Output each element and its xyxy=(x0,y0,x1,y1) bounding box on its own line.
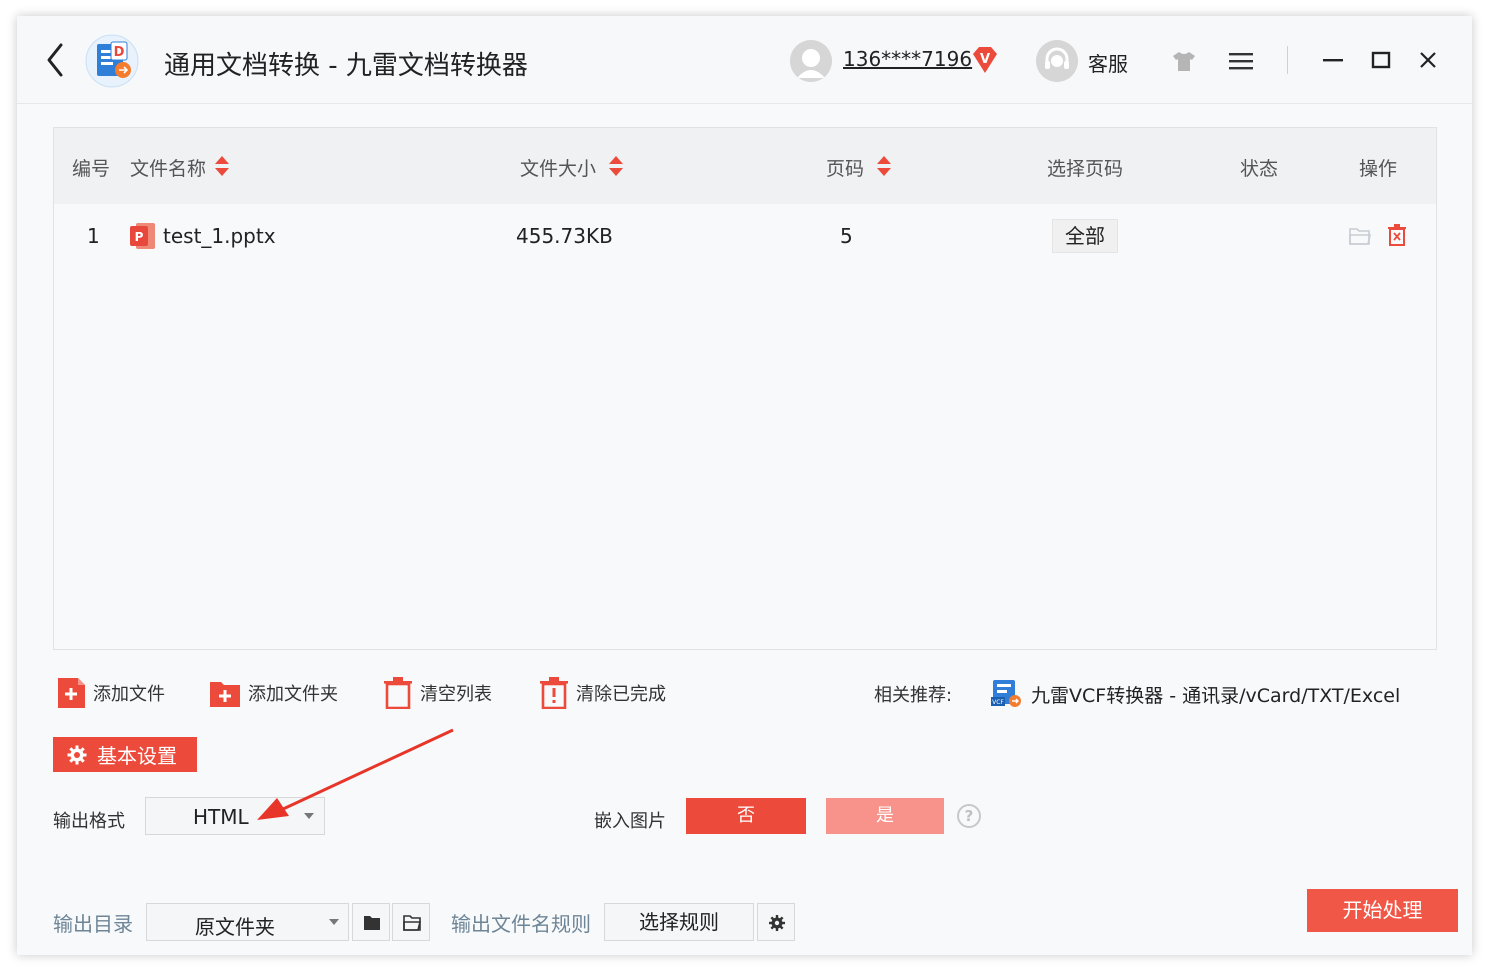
add-folder-label: 添加文件夹 xyxy=(248,684,338,705)
row-pages: 5 xyxy=(840,224,853,248)
vcf-converter-icon: VCF xyxy=(991,680,1021,707)
headset-icon xyxy=(1036,40,1078,82)
add-folder-button[interactable]: 添加文件夹 xyxy=(210,676,338,710)
header-index: 编号 xyxy=(72,158,111,180)
sort-updown-icon[interactable] xyxy=(214,154,230,178)
header-actions: 操作 xyxy=(1359,158,1398,180)
rule-settings-button[interactable] xyxy=(757,903,795,941)
clear-list-label: 清空列表 xyxy=(420,684,492,705)
title-bar: D 通用文档转换 - 九雷文档转换器 136****7196 V 客服 xyxy=(17,16,1472,104)
annotation-arrow-icon xyxy=(257,728,454,820)
close-icon[interactable] xyxy=(1414,46,1442,74)
output-dir-select[interactable]: 原文件夹 xyxy=(146,903,349,941)
back-chevron-icon[interactable] xyxy=(41,40,71,80)
basic-settings-tab[interactable]: 基本设置 xyxy=(53,737,197,772)
clear-list-button[interactable]: 清空列表 xyxy=(384,676,492,710)
add-folder-icon xyxy=(210,682,240,707)
open-folder-icon[interactable] xyxy=(1349,226,1371,246)
open-folder-icon xyxy=(403,915,422,931)
filename-rule-label: 输出文件名规则 xyxy=(451,912,591,936)
trash-icon xyxy=(384,677,412,709)
header-status: 状态 xyxy=(1240,158,1279,180)
pptx-icon-letter: P xyxy=(135,230,144,244)
vip-badge-letter: V xyxy=(980,52,990,67)
hamburger-menu-icon[interactable] xyxy=(1227,49,1255,73)
pptx-file-icon: P xyxy=(130,223,155,249)
app-window: D 通用文档转换 - 九雷文档转换器 136****7196 V 客服 编号 文… xyxy=(17,16,1472,955)
help-question-icon[interactable]: ? xyxy=(957,804,981,828)
header-select-pages: 选择页码 xyxy=(1047,158,1124,180)
output-format-label: 输出格式 xyxy=(53,811,125,832)
add-file-label: 添加文件 xyxy=(93,684,165,705)
basic-settings-label: 基本设置 xyxy=(97,744,177,768)
clear-completed-button[interactable]: 清除已完成 xyxy=(540,676,666,710)
output-format-value: HTML xyxy=(193,805,249,829)
add-file-icon xyxy=(58,678,85,708)
recommend-link[interactable]: VCF 九雷VCF转换器 - 通讯录/vCard/TXT/Excel xyxy=(991,677,1400,711)
titlebar-divider xyxy=(1287,46,1288,74)
recommend-label: 相关推荐: xyxy=(874,685,953,706)
chevron-down-icon xyxy=(329,919,339,925)
browse-folder-button[interactable] xyxy=(352,903,390,941)
maximize-icon[interactable] xyxy=(1367,46,1395,74)
select-pages-button[interactable]: 全部 xyxy=(1052,219,1118,253)
embed-images-label: 嵌入图片 xyxy=(594,811,666,832)
svg-text:D: D xyxy=(114,45,125,60)
header-filename[interactable]: 文件名称 xyxy=(130,154,206,181)
select-rule-button[interactable]: 选择规则 xyxy=(604,903,754,941)
gear-icon xyxy=(67,745,87,764)
app-title: 通用文档转换 - 九雷文档转换器 xyxy=(164,51,528,81)
row-size: 455.73KB xyxy=(516,224,613,248)
header-pages[interactable]: 页码 xyxy=(826,154,864,181)
folder-icon xyxy=(364,916,380,930)
clear-completed-label: 清除已完成 xyxy=(576,684,666,705)
row-filename: test_1.pptx xyxy=(163,224,276,248)
customer-service-avatar[interactable] xyxy=(1036,40,1078,82)
embed-images-no-button[interactable]: 否 xyxy=(686,798,806,834)
file-table: 编号 文件名称 文件大小 页码 选择页码 状态 操作 1 P test_1.pp… xyxy=(53,127,1437,650)
svg-text:VCF: VCF xyxy=(992,699,1004,706)
add-file-button[interactable]: 添加文件 xyxy=(58,676,165,710)
output-dir-value: 原文件夹 xyxy=(195,915,275,939)
username-link[interactable]: 136****7196 xyxy=(843,47,972,71)
embed-images-yes-button[interactable]: 是 xyxy=(826,798,944,834)
output-dir-label: 输出目录 xyxy=(53,912,133,936)
minimize-icon[interactable] xyxy=(1319,46,1347,74)
sort-updown-icon[interactable] xyxy=(876,154,892,178)
row-index: 1 xyxy=(87,224,100,248)
user-avatar-icon xyxy=(790,40,832,82)
tshirt-icon[interactable] xyxy=(1170,49,1198,73)
sort-updown-icon[interactable] xyxy=(608,154,624,178)
open-output-folder-button[interactable] xyxy=(392,903,430,941)
gear-icon xyxy=(769,915,785,931)
user-avatar[interactable] xyxy=(790,40,832,82)
trash-check-icon xyxy=(540,677,568,709)
trash-icon[interactable] xyxy=(1387,224,1407,246)
table-header: 编号 文件名称 文件大小 页码 选择页码 状态 操作 xyxy=(54,128,1436,204)
header-size[interactable]: 文件大小 xyxy=(520,154,596,181)
app-logo-icon: D xyxy=(85,34,139,88)
customer-service-label[interactable]: 客服 xyxy=(1088,48,1128,77)
vip-badge-icon[interactable]: V xyxy=(969,44,1001,76)
start-processing-button[interactable]: 开始处理 xyxy=(1307,889,1458,932)
recommend-link-label: 九雷VCF转换器 - 通讯录/vCard/TXT/Excel xyxy=(1031,684,1401,707)
